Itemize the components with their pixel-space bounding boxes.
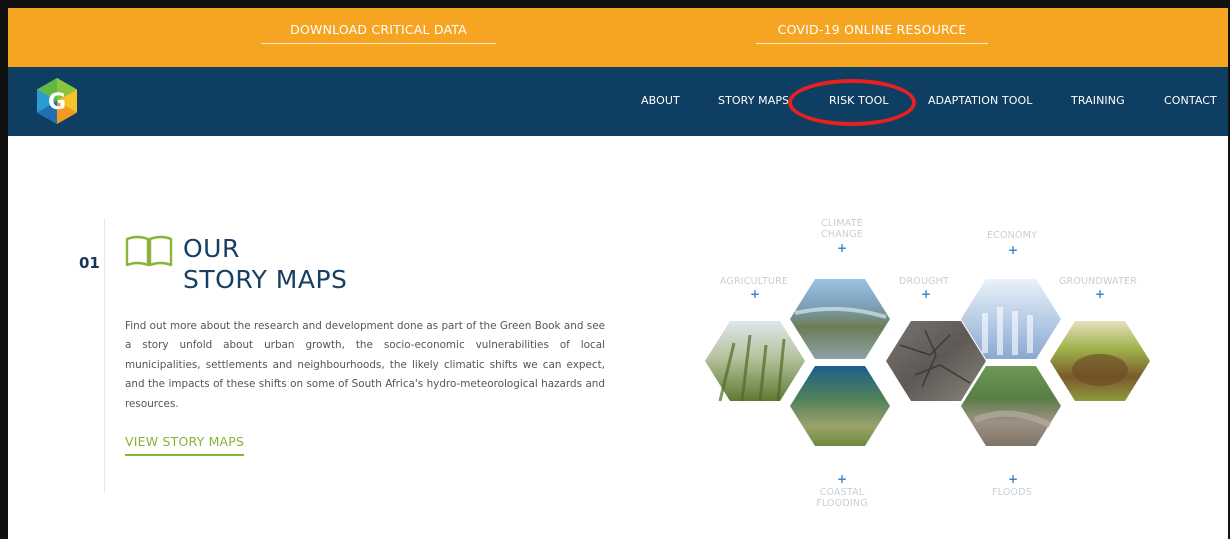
section-title-line1: OUR: [183, 234, 240, 263]
floods-hex: [961, 366, 1061, 446]
economy-marker-icon: +: [1008, 243, 1019, 257]
download-critical-data-link[interactable]: DOWNLOAD CRITICAL DATA: [261, 22, 496, 44]
nav-adaptation-tool[interactable]: ADAPTATION TOOL: [928, 94, 1033, 107]
agriculture-hex: [705, 321, 805, 401]
label-economy: ECONOMY: [986, 230, 1038, 241]
nav-about[interactable]: ABOUT: [641, 94, 680, 107]
label-groundwater: GROUNDWATER: [1058, 276, 1138, 287]
floods-marker-icon: +: [1008, 472, 1019, 486]
nav-contact[interactable]: CONTACT: [1164, 94, 1217, 107]
logo-letter: G: [48, 90, 66, 115]
climate-change-hex: [790, 279, 890, 359]
section-description: Find out more about the research and dev…: [125, 320, 605, 410]
climate-change-marker-icon: +: [837, 241, 848, 255]
coastal-flooding-marker-icon: +: [837, 472, 848, 486]
label-floods: FLOODS: [992, 487, 1032, 498]
main-nav: G ABOUT STORY MAPS RISK TOOL ADAPTATION …: [8, 67, 1228, 136]
covid-resource-link[interactable]: COVID-19 ONLINE RESOURCE: [756, 22, 988, 44]
drought-marker-icon: +: [921, 287, 932, 301]
risk-tool-highlight-circle: [788, 79, 916, 126]
agriculture-marker-icon: +: [750, 287, 761, 301]
section-number: 01: [79, 254, 100, 272]
nav-story-maps[interactable]: STORY MAPS: [718, 94, 789, 107]
section-divider: [104, 218, 105, 492]
coastal-flooding-hex: [790, 366, 890, 446]
label-climate-change: CLIMATE CHANGE: [821, 218, 863, 240]
label-agriculture: AGRICULTURE: [719, 276, 789, 287]
groundwater-marker-icon: +: [1095, 287, 1106, 301]
book-icon: [125, 235, 173, 267]
label-coastal-flooding: COASTAL FLOODING: [816, 487, 868, 509]
label-drought: DROUGHT: [898, 276, 950, 287]
nav-training[interactable]: TRAINING: [1071, 94, 1125, 107]
section-title-line2: STORY MAPS: [183, 265, 348, 294]
green-book-logo-icon[interactable]: G: [32, 76, 82, 126]
topic-hexagon-cluster: CLIMATE CHANGE + ECONOMY + AGRICULTURE + …: [700, 215, 1160, 515]
hexagon-images: [705, 279, 1150, 446]
top-bar: DOWNLOAD CRITICAL DATA COVID-19 ONLINE R…: [8, 8, 1228, 67]
view-story-maps-link[interactable]: VIEW STORY MAPS: [125, 434, 245, 456]
